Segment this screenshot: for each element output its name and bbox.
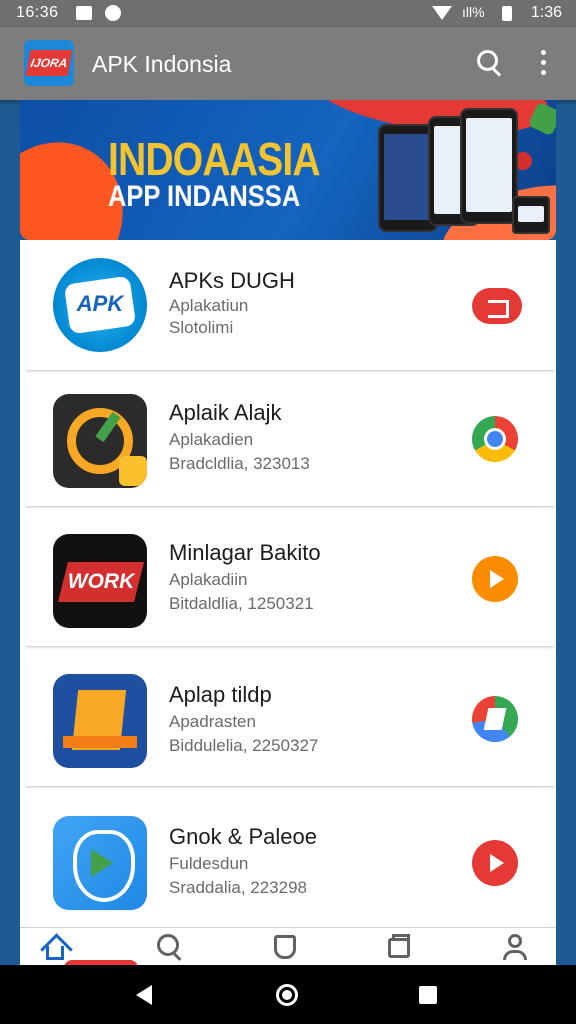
app-name: APKs DUGH	[169, 268, 295, 293]
list-item[interactable]: APK APKs DUGH Aplakatiun Slotolimi	[26, 240, 554, 371]
app-category: Apadrasten	[169, 712, 256, 731]
status-time: 16:36	[16, 4, 59, 21]
nav-search[interactable]	[154, 932, 184, 962]
play-red-icon[interactable]	[472, 840, 518, 886]
search-button[interactable]	[474, 47, 506, 79]
phone-illustration	[460, 108, 518, 224]
app-name: Aplap tildp	[169, 682, 272, 707]
home-circle-icon[interactable]	[276, 984, 298, 1006]
recents-icon[interactable]	[419, 986, 437, 1004]
nav-updates[interactable]	[384, 932, 414, 962]
phone-illustration	[512, 196, 550, 234]
list-item[interactable]: Gnok & Paleoe Fuldesdun Sraddalia, 22329…	[26, 796, 554, 931]
list-item[interactable]: Aplap tildp Apadrasten Biddulelia, 22503…	[26, 656, 554, 787]
q-check-icon	[53, 394, 147, 488]
app-category: Aplakadiin	[169, 570, 248, 589]
apk-icon: APK	[53, 258, 147, 352]
notification-icon	[105, 5, 121, 21]
play-shield-icon	[53, 816, 147, 910]
signal-indicator: ıll%	[462, 4, 485, 20]
list-item[interactable]: WORK Minlagar Bakito Aplakadiin Bitdaldl…	[26, 516, 554, 647]
app-list: APK APKs DUGH Aplakatiun Slotolimi Aplai…	[20, 240, 556, 931]
app-name: Gnok & Paleoe	[169, 824, 317, 849]
app-logo[interactable]: IJORA	[24, 40, 74, 86]
app-bar: IJORA APK Indonsia	[0, 27, 576, 100]
app-category: Aplakadien	[169, 430, 254, 449]
app-meta: Biddulelia, 2250327	[169, 736, 319, 755]
chrome-icon[interactable]	[472, 416, 518, 462]
app-meta: Slotolimi	[169, 318, 234, 337]
red-pill-icon[interactable]	[472, 288, 522, 324]
more-options-button[interactable]	[528, 47, 560, 79]
app-meta: Bradcldlia, 323013	[169, 454, 310, 473]
list-item[interactable]: Aplaik Alajk Aplakadien Bradcldlia, 3230…	[26, 376, 554, 507]
back-icon[interactable]	[136, 985, 152, 1005]
app-category: Fuldesdun	[169, 854, 249, 873]
status-bar: 16:36 ıll% 1:36	[0, 0, 576, 27]
nav-home[interactable]	[40, 932, 73, 966]
app-meta: Bitdaldlia, 1250321	[169, 594, 314, 613]
app-name: Minlagar Bakito	[169, 540, 321, 565]
work-icon: WORK	[53, 534, 147, 628]
app-category: Aplakatiun	[169, 296, 249, 315]
banner-title: INDOAASIA	[108, 133, 321, 185]
maps-icon[interactable]	[472, 696, 518, 742]
nav-library[interactable]	[270, 932, 300, 962]
play-orange-icon[interactable]	[472, 556, 518, 602]
system-navigation-bar	[0, 965, 576, 1024]
nav-account[interactable]	[500, 932, 530, 962]
app-logo-text: IJORA	[25, 50, 73, 76]
wifi-icon	[432, 6, 452, 20]
promo-banner[interactable]: INDOAASIA APP INDANSSA	[20, 100, 556, 240]
app-meta: Sraddalia, 223298	[169, 878, 308, 897]
shield-icon	[274, 935, 296, 959]
image-notification-icon	[76, 6, 92, 20]
battery-icon	[502, 6, 512, 21]
app-title: APK Indonsia	[92, 51, 232, 77]
app-name: Aplaik Alajk	[169, 400, 282, 425]
build-icon	[53, 674, 147, 768]
banner-subtitle: APP INDANSSA	[108, 180, 301, 213]
status-clock: 1:36	[530, 4, 562, 21]
